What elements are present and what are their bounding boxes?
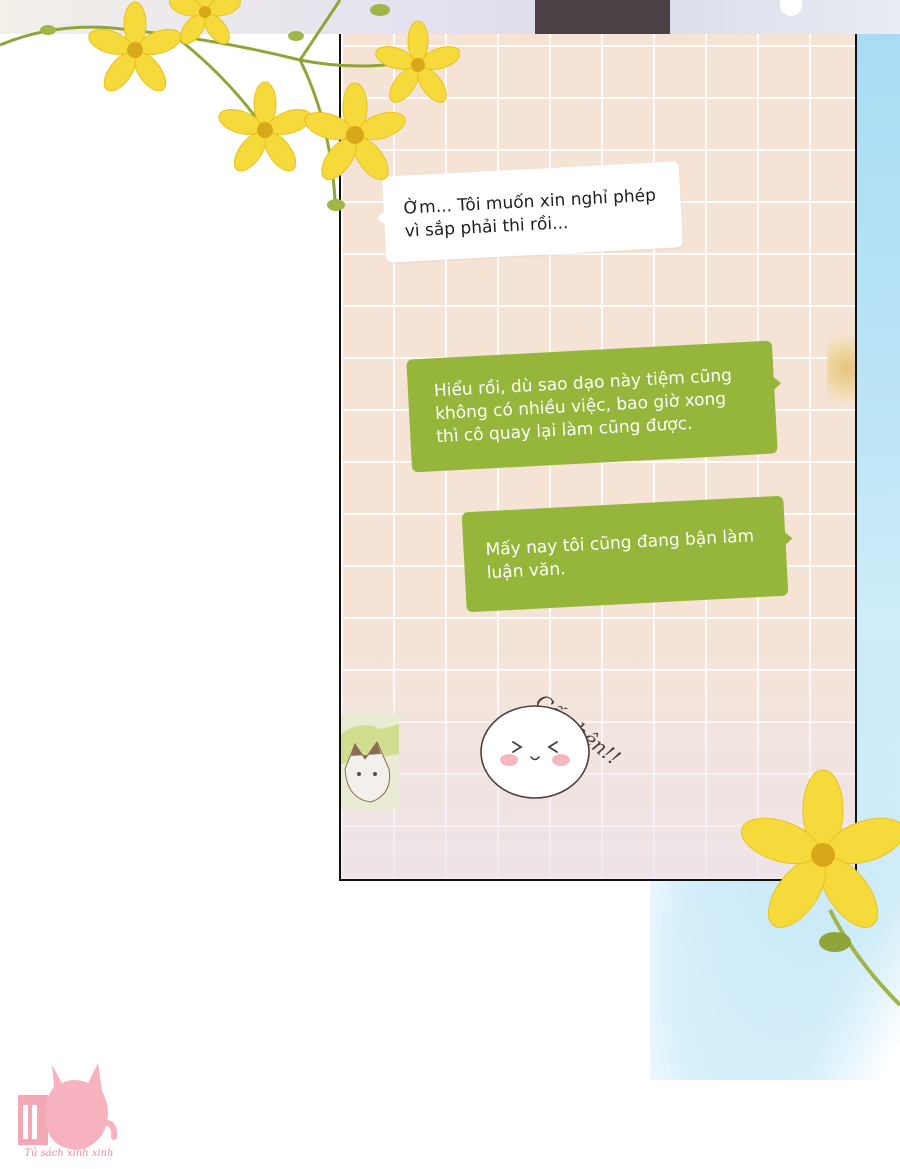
sky-background — [855, 34, 900, 734]
blob-face-icon — [480, 705, 590, 799]
outgoing-message-bubble: Hiểu rồi, dù sao dạo này tiệm cũng không… — [406, 340, 778, 473]
yellow-flower-icon — [740, 769, 900, 1007]
yellow-flower-icon — [0, 0, 460, 211]
dark-door — [535, 0, 670, 34]
outgoing-message-bubble: Mấy nay tôi cũng đang bận làm luận văn. — [461, 495, 789, 613]
background-foliage — [827, 324, 855, 414]
white-dot — [780, 0, 802, 16]
watermark-text: Tủ sách xinh xinh — [24, 1148, 114, 1159]
corner-cat-illustration — [341, 714, 399, 809]
